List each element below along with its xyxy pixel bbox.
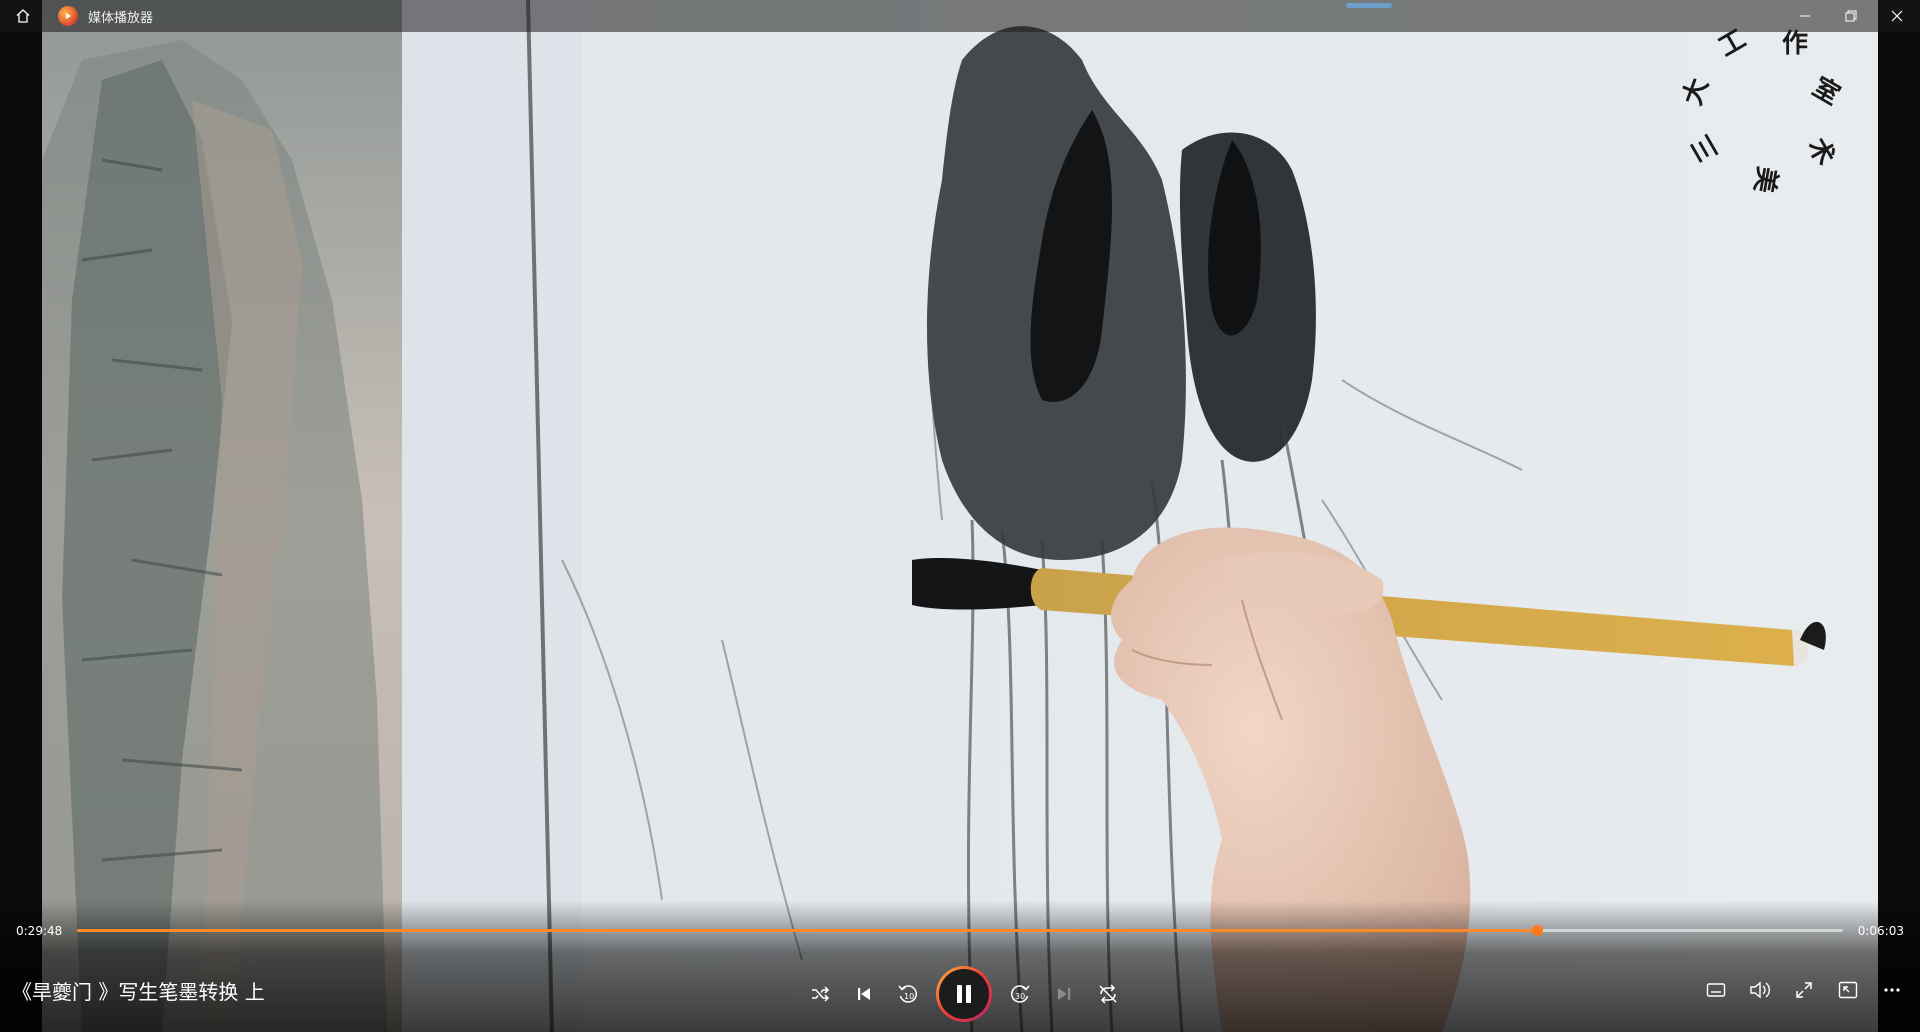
app-title: 媒体播放器 [88, 10, 154, 26]
fullscreen-button[interactable] [1782, 966, 1826, 1014]
restore-icon [1845, 10, 1857, 22]
forward-30-icon: 30 [1011, 985, 1030, 1003]
video-frame[interactable]: 工 作 室 术 美 三 大 [42, 0, 1878, 1032]
title-bar: 媒体播放器 [0, 0, 1920, 32]
repeat-button[interactable] [1086, 970, 1130, 1018]
secondary-controls [1694, 966, 1914, 1014]
media-player-window: 工 作 室 术 美 三 大 媒体播放器 0:29:48 0:06:03 《旱夔门… [0, 0, 1920, 1032]
forward-30-button[interactable]: 30 [998, 970, 1042, 1018]
drag-handle[interactable] [1346, 3, 1392, 8]
svg-text:作: 作 [1782, 29, 1808, 59]
media-title: 《旱夔门 》写生笔墨转换 上 [12, 980, 265, 1004]
minimize-icon [1800, 15, 1810, 17]
rewind-10-icon: 10 [898, 985, 917, 1003]
close-button[interactable] [1874, 0, 1920, 32]
rewind-label: 10 [904, 992, 914, 1001]
elapsed-time: 0:29:48 [16, 924, 63, 938]
restore-button[interactable] [1828, 0, 1874, 32]
captions-button[interactable] [1694, 966, 1738, 1014]
next-button[interactable] [1042, 970, 1086, 1018]
volume-icon [1750, 981, 1770, 999]
seek-thumb[interactable] [1531, 925, 1543, 936]
forward-label: 30 [1015, 992, 1025, 1001]
shuffle-button[interactable] [798, 970, 842, 1018]
home-button[interactable] [0, 0, 46, 32]
mini-view-button[interactable] [1826, 966, 1870, 1014]
volume-button[interactable] [1738, 966, 1782, 1014]
repeat-off-icon [1099, 984, 1117, 1004]
next-icon [1058, 988, 1071, 1000]
seek-progress [77, 929, 1537, 932]
pause-icon [957, 985, 971, 1003]
app-logo-icon [58, 6, 78, 26]
home-icon [16, 9, 30, 23]
svg-text:美: 美 [1748, 164, 1783, 195]
rewind-10-button[interactable]: 10 [886, 970, 930, 1018]
previous-button[interactable] [842, 970, 886, 1018]
fullscreen-icon [1796, 982, 1812, 998]
minimize-button[interactable] [1782, 0, 1828, 32]
captions-icon [1706, 983, 1726, 997]
shuffle-icon [812, 986, 830, 1002]
remaining-time: 0:06:03 [1857, 924, 1904, 938]
mini-view-icon [1838, 981, 1858, 999]
video-image: 工 作 室 术 美 三 大 [42, 0, 1878, 1032]
playback-controls: 10 30 [798, 966, 1130, 1022]
previous-icon [858, 988, 870, 1000]
more-button[interactable] [1870, 966, 1914, 1014]
close-icon [1891, 10, 1903, 22]
more-icon [1884, 988, 1900, 992]
pause-button[interactable] [936, 966, 992, 1022]
seek-bar[interactable] [77, 925, 1843, 936]
